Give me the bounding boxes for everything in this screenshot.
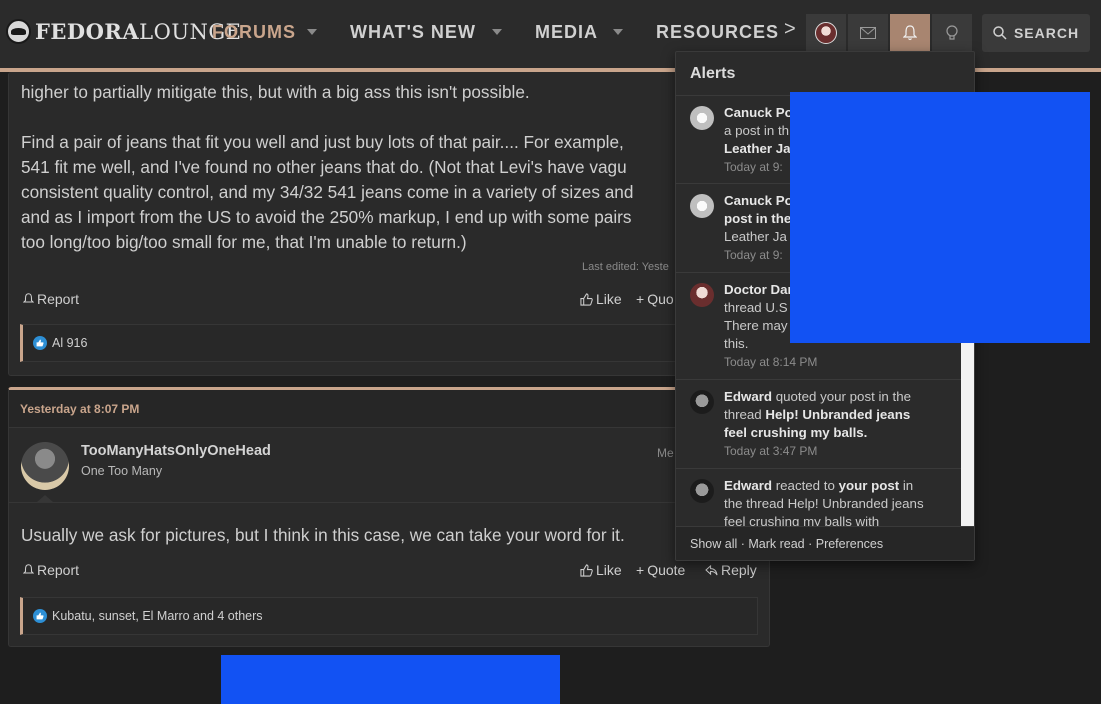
post: higher to partially mitigate this, but w… bbox=[8, 72, 770, 376]
inbox-button[interactable] bbox=[848, 14, 888, 52]
user-title: One Too Many bbox=[81, 464, 163, 478]
thumbs-up-icon bbox=[580, 292, 593, 306]
reply-button[interactable]: Reply bbox=[705, 562, 757, 578]
last-edited-note: Last edited: Yeste bbox=[582, 261, 669, 273]
avatar bbox=[815, 22, 837, 44]
like-button[interactable]: Like bbox=[580, 562, 622, 578]
nav-forums[interactable]: FORUMS bbox=[212, 20, 296, 44]
reply-arrow-icon bbox=[705, 564, 718, 575]
nav-media[interactable]: MEDIA bbox=[535, 20, 598, 44]
chevron-down-icon[interactable] bbox=[613, 29, 623, 35]
fedora-logo-icon bbox=[6, 18, 31, 44]
avatar bbox=[690, 106, 714, 130]
avatar bbox=[690, 283, 714, 307]
nav-more-chevron-icon[interactable]: > bbox=[784, 18, 796, 41]
alert-item[interactable]: Edward quoted your post in the thread He… bbox=[676, 380, 961, 469]
nav-whats-new[interactable]: WHAT'S NEW bbox=[350, 20, 476, 44]
report-button[interactable]: Report bbox=[23, 291, 79, 307]
divider-notch bbox=[37, 495, 53, 502]
reactions-list[interactable]: Al 916 bbox=[52, 336, 87, 350]
avatar bbox=[690, 194, 714, 218]
like-reaction-icon bbox=[33, 336, 47, 350]
quote-button[interactable]: + Quote bbox=[636, 562, 685, 578]
chevron-down-icon[interactable] bbox=[492, 29, 502, 35]
plus-icon: + bbox=[636, 291, 645, 307]
alerts-title: Alerts bbox=[676, 52, 974, 96]
report-button[interactable]: Report bbox=[23, 562, 79, 578]
bell-icon bbox=[23, 293, 34, 303]
chevron-down-icon[interactable] bbox=[307, 29, 317, 35]
alerts-footer-links[interactable]: Show all · Mark read · Preferences bbox=[676, 526, 974, 560]
bell-icon bbox=[903, 25, 917, 41]
post-body-text: Usually we ask for pictures, but I think… bbox=[21, 525, 625, 545]
redaction-block bbox=[221, 655, 560, 704]
reactions-bar[interactable]: Al 916 bbox=[20, 324, 758, 362]
avatar bbox=[690, 479, 714, 503]
alerts-button[interactable] bbox=[890, 14, 930, 52]
thumbs-up-icon bbox=[580, 563, 593, 577]
divider bbox=[9, 502, 769, 503]
reactions-list[interactable]: Kubatu, sunset, El Marro and 4 others bbox=[52, 609, 263, 623]
username[interactable]: TooManyHatsOnlyOneHead bbox=[81, 443, 271, 459]
site-logo[interactable]: FEDORALOUNGE bbox=[6, 16, 242, 46]
plus-icon: + bbox=[636, 562, 645, 578]
whats-new-button[interactable] bbox=[932, 14, 972, 52]
lightbulb-icon bbox=[946, 24, 958, 40]
quote-button[interactable]: + Quo bbox=[636, 291, 674, 307]
avatar bbox=[690, 390, 714, 414]
post: Yesterday at 8:07 PM TooManyHatsOnlyOneH… bbox=[8, 387, 770, 647]
like-reaction-icon bbox=[33, 609, 47, 623]
bell-icon bbox=[23, 564, 34, 574]
redaction-block bbox=[790, 92, 1090, 343]
search-icon bbox=[993, 26, 1007, 40]
avatar[interactable] bbox=[21, 442, 69, 490]
member-tag: Me bbox=[657, 446, 674, 460]
nav-resources[interactable]: RESOURCES bbox=[656, 20, 779, 44]
reactions-bar[interactable]: Kubatu, sunset, El Marro and 4 others bbox=[20, 597, 758, 635]
like-button[interactable]: Like bbox=[580, 291, 622, 307]
post-body-text: higher to partially mitigate this, but w… bbox=[21, 82, 634, 252]
envelope-icon bbox=[860, 27, 876, 39]
search-button[interactable]: SEARCH bbox=[982, 14, 1090, 52]
post-date[interactable]: Yesterday at 8:07 PM bbox=[9, 390, 769, 428]
account-button[interactable] bbox=[806, 14, 846, 52]
alert-item[interactable]: Edward reacted to your post in the threa… bbox=[676, 469, 961, 526]
